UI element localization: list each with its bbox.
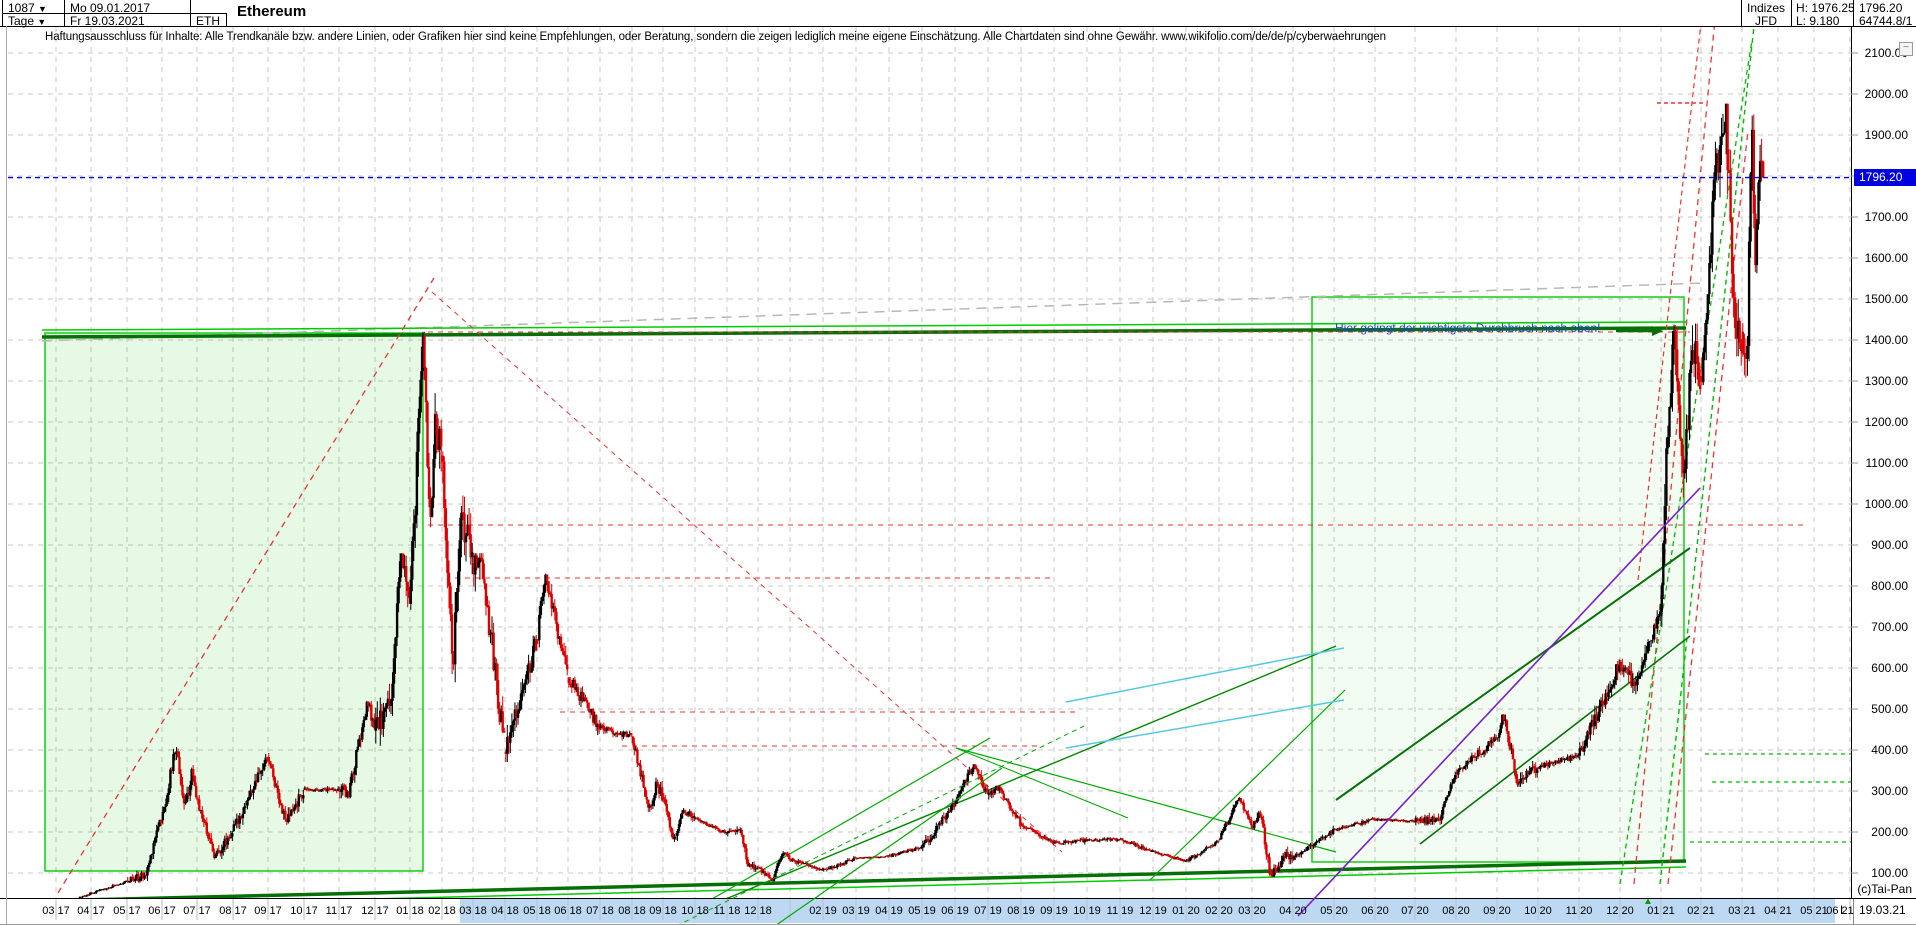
y-axis-label: 2000.00 <box>1864 87 1908 101</box>
x-axis-label: 11 18 <box>713 905 741 917</box>
x-axis-label: 10 19 <box>1073 905 1101 917</box>
y-axis-label: 1300.00 <box>1864 374 1908 388</box>
y-axis-label: 200.00 <box>1871 825 1908 839</box>
y-axis-label: 1600.00 <box>1864 251 1908 265</box>
y-axis-label: 1200.00 <box>1864 415 1908 429</box>
x-axis-label: 04 20 <box>1279 905 1307 917</box>
x-axis-label: 03 19 <box>842 905 870 917</box>
last-price-tag: 1796.20 <box>1854 169 1916 186</box>
x-axis-label: 04 19 <box>875 905 903 917</box>
x-axis-label: 08 20 <box>1442 905 1470 917</box>
x-axis-label: 04 17 <box>77 905 105 917</box>
x-axis-label: 04 18 <box>491 905 519 917</box>
x-axis-label: 09 18 <box>649 905 677 917</box>
x-axis-label: 08 17 <box>219 905 247 917</box>
x-axis-label: 07 18 <box>586 905 614 917</box>
x-axis-label: 02 20 <box>1205 905 1233 917</box>
x-axis-label: 07 19 <box>974 905 1002 917</box>
x-axis-label: 05 21 <box>1800 905 1828 917</box>
y-axis-label: 600.00 <box>1871 661 1908 675</box>
x-axis-label: 06 18 <box>554 905 582 917</box>
x-axis-label: 03 20 <box>1238 905 1266 917</box>
x-axis-label: 05 18 <box>523 905 551 917</box>
y-axis-label: 800.00 <box>1871 579 1908 593</box>
y-axis-label: 700.00 <box>1871 620 1908 634</box>
x-axis-label: 09 20 <box>1483 905 1511 917</box>
x-axis-label: 03 18 <box>459 905 487 917</box>
disclaimer-text: Haftungsausschluss für Inhalte: Alle Tre… <box>45 31 1386 43</box>
y-axis-label: 500.00 <box>1871 702 1908 716</box>
x-axis-label: 08 19 <box>1007 905 1035 917</box>
price-chart[interactable] <box>0 0 1916 924</box>
x-axis-label: 12 17 <box>361 905 389 917</box>
x-axis-label: 06 19 <box>941 905 969 917</box>
x-axis-label: 01 18 <box>396 905 424 917</box>
x-axis-label: 04 21 <box>1764 905 1792 917</box>
low-marker-label: L <box>1840 903 1847 917</box>
breakout-annotation: Hier gelingt der wichtigste Durchbruch n… <box>1335 321 1601 335</box>
date-marker-icon: ▲ <box>1643 896 1653 907</box>
collapse-icon[interactable]: − <box>1899 42 1913 56</box>
x-axis-label: 12 18 <box>744 905 772 917</box>
y-axis-label: 1100.00 <box>1865 456 1909 470</box>
x-axis-label: 12 19 <box>1139 905 1167 917</box>
x-axis-label: 09 17 <box>254 905 282 917</box>
x-axis-label: 06 20 <box>1361 905 1389 917</box>
y-axis-label: 1000.00 <box>1864 497 1908 511</box>
x-axis-label: 01 20 <box>1172 905 1200 917</box>
y-axis-label: 1900.00 <box>1864 128 1908 142</box>
x-axis-label: 03 17 <box>42 905 70 917</box>
x-axis-label: 12 20 <box>1606 905 1634 917</box>
x-axis-label: 07 20 <box>1401 905 1429 917</box>
x-axis-label: 05 17 <box>113 905 141 917</box>
x-axis-label: 07 17 <box>183 905 211 917</box>
x-axis-label: 03 21 <box>1728 905 1756 917</box>
x-axis-label: 05 19 <box>908 905 936 917</box>
x-axis-label: 02 18 <box>428 905 456 917</box>
x-axis-label: 02 21 <box>1687 905 1715 917</box>
x-axis-label: 06 17 <box>148 905 176 917</box>
x-axis-label: 11 20 <box>1565 905 1593 917</box>
taipan-chart-window: 1087 ▼ Tage ▼ Mo 09.01.2017 Fr 19.03.202… <box>0 0 1916 925</box>
y-axis-label: 1500.00 <box>1864 292 1908 306</box>
y-axis-label: 1700.00 <box>1864 210 1908 224</box>
x-axis-label: 10 17 <box>290 905 318 917</box>
y-axis-label: 400.00 <box>1871 743 1908 757</box>
x-axis-label: 10 18 <box>681 905 709 917</box>
x-axis-label: 02 19 <box>809 905 837 917</box>
y-axis-label: 300.00 <box>1871 784 1908 798</box>
y-axis-label: 1400.00 <box>1864 333 1908 347</box>
x-axis-label: 10 20 <box>1524 905 1552 917</box>
x-axis-label: 11 19 <box>1106 905 1134 917</box>
x-axis-label: 11 17 <box>325 905 353 917</box>
corner-date: 19.03.21 <box>1859 903 1906 917</box>
copyright-label: (c)Tai-Pan <box>1857 882 1912 896</box>
x-axis-label: 08 18 <box>618 905 646 917</box>
x-axis-label: 05 20 <box>1320 905 1348 917</box>
y-axis-label: 900.00 <box>1871 538 1908 552</box>
y-axis-label: 100.00 <box>1871 866 1908 880</box>
x-axis-label: 09 19 <box>1040 905 1068 917</box>
